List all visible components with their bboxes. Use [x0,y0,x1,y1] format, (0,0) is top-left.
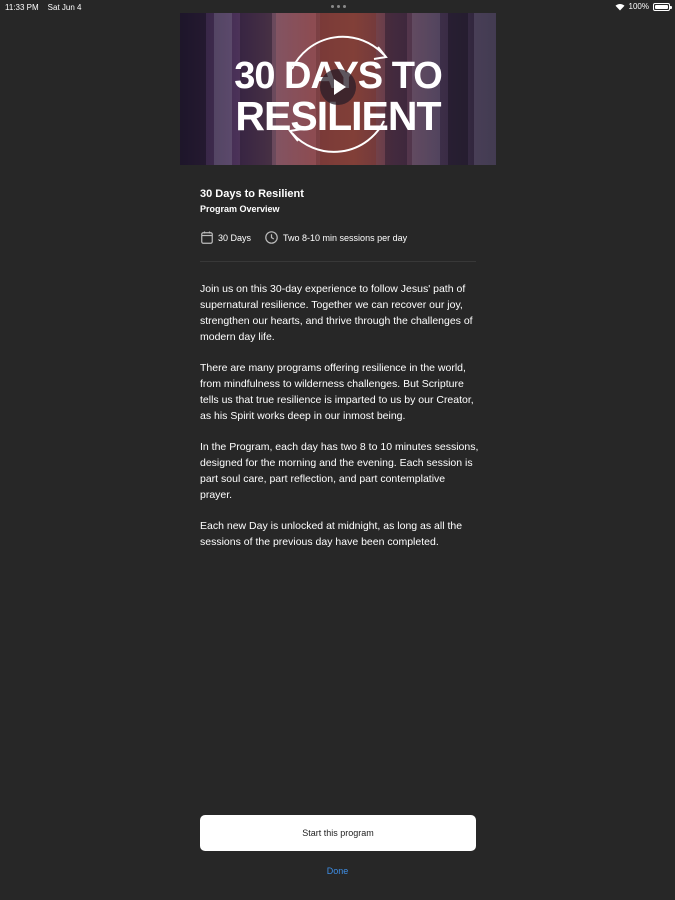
status-date: Sat Jun 4 [47,3,82,12]
program-title: 30 Days to Resilient [200,188,304,200]
sessions-item: Two 8-10 min sessions per day [265,231,407,244]
description-paragraph: There are many programs offering resilie… [200,362,474,422]
duration-item: 30 Days [201,231,251,244]
divider [200,261,476,262]
status-time: 11:33 PM [5,3,39,12]
program-subtitle: Program Overview [200,204,280,214]
clock-icon [265,231,278,244]
wifi-icon [615,3,625,10]
play-icon[interactable] [320,69,356,105]
calendar-icon [201,231,213,244]
program-hero-image[interactable]: 30 DAYS TO RESILIENT [180,13,496,165]
program-description: Join us on this 30-day experience to fol… [200,281,480,565]
description-paragraph: Each new Day is unlocked at midnight, as… [200,520,463,548]
program-meta: 30 Days Two 8-10 min sessions per day [201,231,407,244]
start-program-button[interactable]: Start this program [200,815,476,851]
description-paragraph: Join us on this 30-day experience to fol… [200,283,473,343]
battery-icon [653,2,672,11]
done-button[interactable]: Done [0,866,675,876]
duration-label: 30 Days [218,232,252,243]
multitasking-dots-icon[interactable] [331,5,346,8]
sessions-label: Two 8-10 min sessions per day [283,232,408,243]
battery-percent: 100% [628,2,649,11]
description-paragraph: In the Program, each day has two 8 to 10… [200,441,479,501]
status-bar: 11:33 PM Sat Jun 4 100% [0,0,675,14]
